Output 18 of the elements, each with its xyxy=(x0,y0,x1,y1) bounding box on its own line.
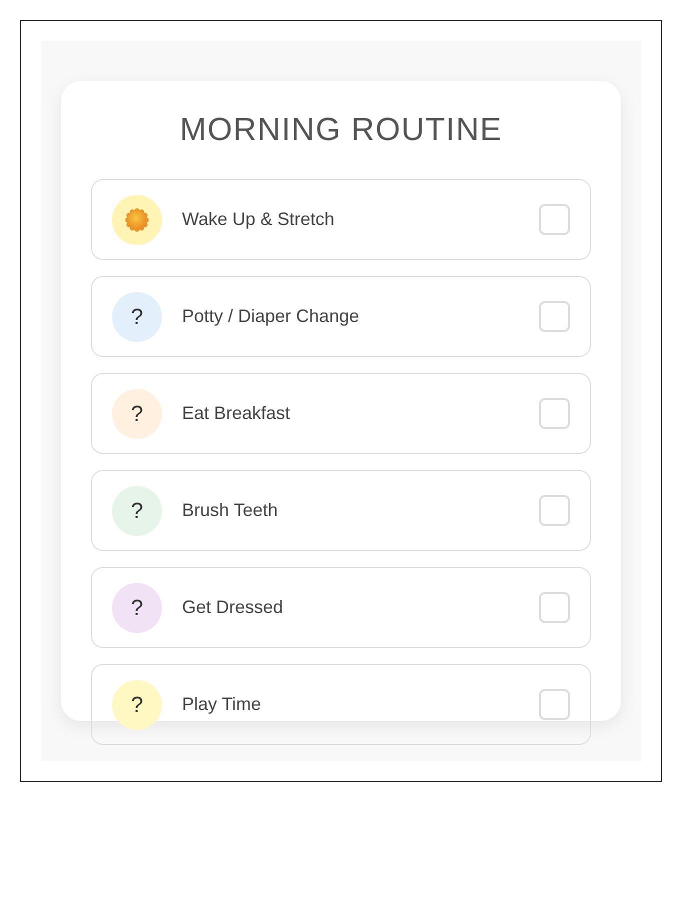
question-mark-icon: ? xyxy=(112,388,162,438)
question-mark-icon: ? xyxy=(112,292,162,342)
checkbox[interactable] xyxy=(539,204,570,235)
question-mark-icon: ? xyxy=(112,680,162,730)
task-label: Brush Teeth xyxy=(182,499,278,522)
task-label: Get Dressed xyxy=(182,596,284,619)
checkbox[interactable] xyxy=(539,495,570,526)
checkbox[interactable] xyxy=(539,301,570,332)
task-label: Play Time xyxy=(182,693,262,716)
task-label: Potty / Diaper Change xyxy=(182,305,360,328)
question-mark-icon: ? xyxy=(112,582,162,632)
question-mark-icon: ? xyxy=(112,486,162,536)
checkbox[interactable] xyxy=(539,398,570,429)
checkbox[interactable] xyxy=(539,689,570,720)
routine-title: MORNING ROUTINE xyxy=(180,111,502,148)
checkbox[interactable] xyxy=(539,592,570,623)
task-label: Wake Up & Stretch xyxy=(182,208,334,231)
task-label: Eat Breakfast xyxy=(182,402,290,425)
